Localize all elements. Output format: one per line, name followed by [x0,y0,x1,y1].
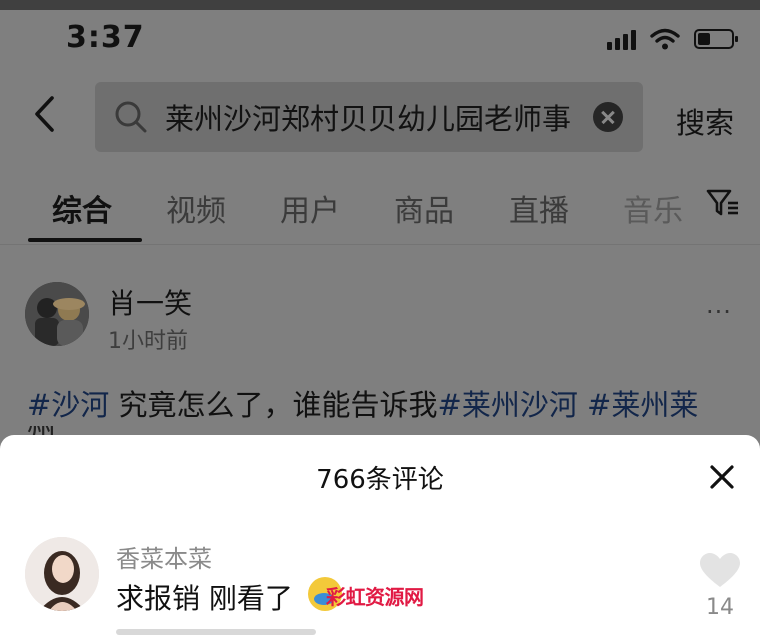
post-author[interactable]: 肖一笑 [108,282,192,322]
more-icon[interactable]: ··· [706,298,732,326]
battery-icon [694,29,738,49]
watermark: 彩虹资源网 [326,585,424,609]
status-icons [607,28,738,50]
avatar[interactable] [25,282,89,346]
hashtag[interactable]: #沙河 [27,388,109,422]
post-text: #沙河 究竟怎么了，谁能告诉我#莱州沙河 #莱州莱 [27,382,747,424]
search-row: 莱州沙河郑村贝贝幼儿园老师事 搜索 [0,80,760,154]
next-comment-placeholder [116,629,316,635]
active-tab-indicator [28,238,142,242]
close-icon[interactable] [706,461,738,493]
tab-products[interactable]: 商品 [394,186,454,230]
avatar[interactable] [25,537,99,611]
search-query-text[interactable]: 莱州沙河郑村贝贝幼儿园老师事 [165,96,585,138]
status-time: 3:37 [66,20,145,55]
filter-icon[interactable] [706,188,740,218]
comments-title: 766条评论 [316,465,444,495]
heart-icon[interactable] [700,553,740,589]
post-text-body: 究竟怎么了，谁能告诉我 [109,388,438,422]
like-count: 14 [706,595,734,620]
search-button[interactable]: 搜索 [676,100,734,142]
signal-icon [607,28,636,50]
comment-author[interactable]: 香菜本菜 [116,539,212,574]
search-input[interactable]: 莱州沙河郑村贝贝幼儿园老师事 [95,82,643,152]
back-arrow-icon[interactable] [30,94,60,134]
hashtag[interactable]: #莱州沙河 [438,388,578,422]
top-edge-bar [0,0,760,10]
tab-live[interactable]: 直播 [509,186,569,230]
search-icon [115,101,147,133]
status-bar: 3:37 [0,10,760,65]
post-time: 1小时前 [108,329,188,354]
comment-text: 求报销 刚看了 [116,582,293,615]
search-tabs: 综合 视频 用户 商品 直播 音乐 [0,170,760,245]
tab-comprehensive[interactable]: 综合 [52,186,112,230]
tab-music[interactable]: 音乐 [623,186,687,230]
tab-users[interactable]: 用户 [280,186,340,230]
wifi-icon [650,28,680,50]
clear-icon[interactable] [593,102,623,132]
tab-videos[interactable]: 视频 [166,186,226,230]
avatar-image [25,537,99,611]
avatar-image [25,282,89,346]
hashtag[interactable]: #莱州莱 [578,388,698,422]
comments-sheet: 766条评论 香菜本菜 求报销 刚看了 彩虹资源网 14 [0,435,760,635]
